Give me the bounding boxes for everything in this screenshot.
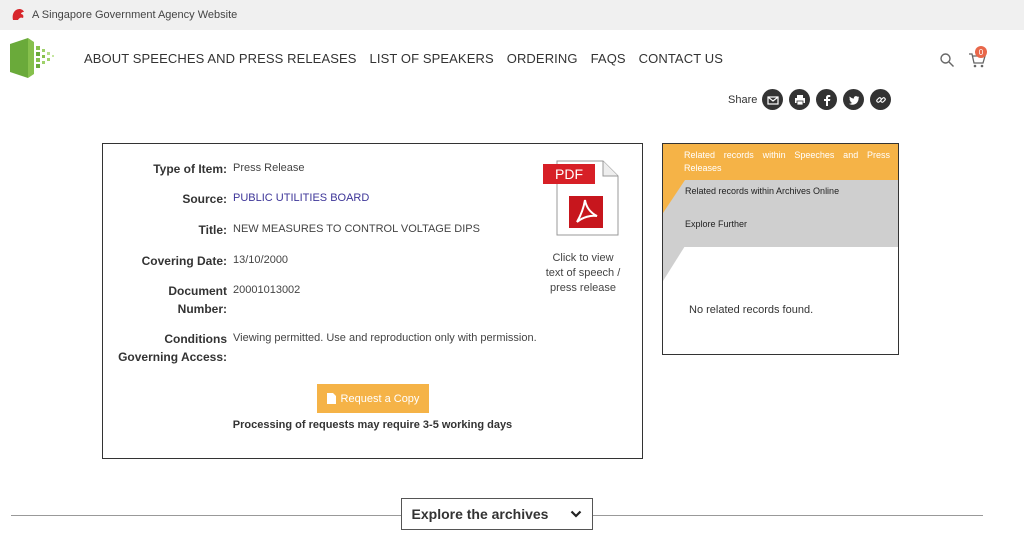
lion-head-icon: [12, 8, 24, 20]
nav-list-of-speakers[interactable]: LIST OF SPEAKERS: [370, 51, 494, 66]
request-copy-button[interactable]: Request a Copy: [317, 384, 429, 413]
conditions-label-line1: Conditions: [164, 332, 227, 346]
document-number-label-line2: Number:: [177, 302, 227, 316]
document-icon: [326, 393, 336, 404]
tab-related-speeches[interactable]: Related records within Speeches and Pres…: [663, 144, 898, 180]
twitter-icon: [848, 95, 859, 105]
no-related-records-text: No related records found.: [689, 304, 814, 316]
tab-fold-decoration: [663, 180, 685, 213]
site-header: ABOUT SPEECHES AND PRESS RELEASES LIST O…: [0, 30, 1024, 90]
source-label: Source:: [182, 192, 227, 206]
type-of-item-label: Type of Item:: [153, 162, 227, 176]
source-link[interactable]: PUBLIC UTILITIES BOARD: [233, 191, 369, 205]
nav-faqs[interactable]: FAQS: [591, 51, 626, 66]
search-icon[interactable]: [939, 52, 955, 68]
gov-banner: A Singapore Government Agency Website: [0, 0, 1024, 30]
type-of-item-value: Press Release: [233, 162, 305, 174]
share-email-button[interactable]: [762, 89, 784, 110]
pdf-badge-text: PDF: [555, 166, 583, 182]
title-value: NEW MEASURES TO CONTROL VOLTAGE DIPS: [233, 223, 480, 235]
share-facebook-button[interactable]: [816, 89, 838, 110]
explore-archives-label: Explore the archives: [411, 506, 549, 522]
cart-count-badge: 0: [975, 46, 987, 58]
link-icon: [876, 96, 886, 103]
pdf-caption[interactable]: Click to view text of speech / press rel…: [533, 251, 633, 296]
tab-explore-further[interactable]: Explore Further: [663, 213, 898, 247]
pdf-icon[interactable]: PDF: [543, 160, 619, 236]
conditions-value: Viewing permitted. Use and reproduction …: [233, 332, 537, 344]
chevron-down-icon: [571, 510, 582, 518]
pdf-caption-line3: press release: [549, 282, 617, 294]
request-copy-label: Request a Copy: [340, 392, 420, 405]
record-details-panel: Type of Item: Press Release Source: PUBL…: [102, 143, 643, 459]
processing-note: Processing of requests may require 3-5 w…: [232, 419, 513, 431]
document-number-label-line1: Document: [168, 284, 227, 298]
email-icon: [767, 95, 779, 105]
pdf-caption-line2: text of speech /: [545, 267, 621, 279]
tab-fold-decoration: [663, 246, 685, 281]
print-icon: [794, 94, 805, 105]
covering-date-label: Covering Date:: [141, 254, 227, 268]
share-link-button[interactable]: [870, 89, 892, 110]
gov-banner-text: A Singapore Government Agency Website: [32, 9, 238, 21]
site-logo[interactable]: [10, 38, 56, 78]
pdf-caption-line1: Click to view: [552, 252, 614, 264]
title-label: Title:: [198, 223, 227, 237]
document-number-value: 20001013002: [233, 284, 301, 296]
covering-date-value: 13/10/2000: [233, 254, 289, 266]
nav-about-speeches[interactable]: ABOUT SPEECHES AND PRESS RELEASES: [84, 51, 357, 66]
nav-ordering[interactable]: ORDERING: [507, 51, 578, 66]
facebook-icon: [823, 94, 831, 106]
nav-contact-us[interactable]: CONTACT US: [639, 51, 723, 66]
share-print-button[interactable]: [789, 89, 811, 110]
conditions-label-line2: Governing Access:: [118, 350, 227, 364]
related-records-panel: Related records within Archives Online E…: [662, 143, 899, 355]
share-twitter-button[interactable]: [843, 89, 865, 110]
tab-related-archives-online[interactable]: Related records within Archives Online: [663, 180, 898, 213]
share-bar: Share: [728, 89, 897, 110]
explore-archives-button[interactable]: Explore the archives: [401, 498, 593, 530]
main-nav: ABOUT SPEECHES AND PRESS RELEASES LIST O…: [84, 51, 736, 66]
share-label: Share: [728, 93, 758, 106]
